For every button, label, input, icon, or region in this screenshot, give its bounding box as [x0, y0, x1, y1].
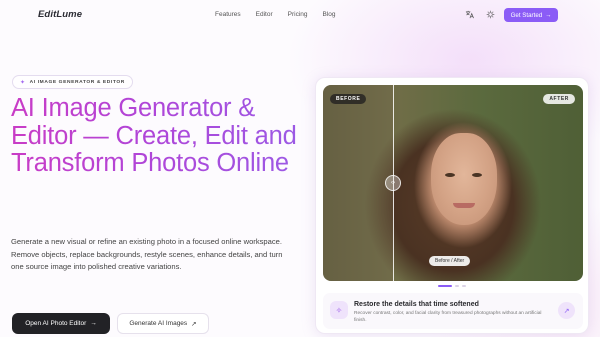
hero-badge: ✦ AI IMAGE GENERATOR & EDITOR — [12, 75, 133, 89]
translate-icon[interactable] — [465, 10, 474, 19]
feature-text: Recover contrast, color, and facial clar… — [354, 311, 542, 323]
after-label: AFTER — [543, 94, 575, 104]
get-started-label: Get Started — [510, 11, 543, 19]
generate-images-button[interactable]: Generate AI Images ↗ — [117, 313, 209, 334]
open-photo-editor-button[interactable]: Open AI Photo Editor → — [12, 313, 110, 334]
right-eye — [472, 173, 482, 177]
open-photo-editor-label: Open AI Photo Editor — [25, 320, 87, 327]
sparkle-icon: ✦ — [20, 79, 26, 86]
showcase-card: ‹› BEFORE AFTER Before / After ✧ Restore… — [315, 77, 589, 334]
sun-icon[interactable] — [486, 10, 495, 19]
before-overlay — [323, 85, 393, 281]
portrait-face — [431, 133, 497, 225]
magic-wand-icon: ✧ — [330, 301, 348, 319]
arrow-up-right-icon[interactable]: ↗ — [558, 302, 575, 319]
feature-info: ✧ Restore the details that time softened… — [323, 293, 583, 329]
brand-logo[interactable]: EditLume — [38, 9, 82, 20]
carousel-dot-1[interactable] — [438, 285, 452, 287]
before-label: BEFORE — [330, 94, 367, 104]
generate-images-label: Generate AI Images — [129, 320, 188, 327]
hero-badge-label: AI IMAGE GENERATOR & EDITOR — [29, 79, 125, 85]
carousel-dots — [438, 285, 466, 287]
left-eye — [445, 173, 455, 177]
carousel-dot-3[interactable] — [462, 285, 466, 287]
carousel-dot-2[interactable] — [455, 285, 459, 287]
nav-link-blog[interactable]: Blog — [323, 11, 336, 18]
arrow-up-right-icon: ↗ — [191, 320, 197, 328]
top-navigation: EditLume Features Editor Pricing Blog Ge… — [0, 0, 600, 30]
mouth — [453, 203, 475, 208]
nav-links: Features Editor Pricing Blog — [215, 11, 351, 18]
before-after-label: Before / After — [429, 256, 471, 266]
before-after-photo[interactable]: ‹› BEFORE AFTER Before / After — [323, 85, 583, 281]
get-started-button[interactable]: Get Started → — [504, 8, 558, 22]
hero-title: AI Image Generator & Editor — Create, Ed… — [11, 94, 311, 178]
nav-link-editor[interactable]: Editor — [256, 11, 273, 18]
hero-description: Generate a new visual or refine an exist… — [11, 237, 283, 272]
drag-handle-icon[interactable]: ‹› — [385, 175, 401, 191]
feature-title: Restore the details that time softened — [354, 301, 479, 308]
nav-link-features[interactable]: Features — [215, 11, 241, 18]
nav-link-pricing[interactable]: Pricing — [288, 11, 308, 18]
arrow-right-icon: → — [545, 11, 552, 19]
arrow-right-icon: → — [90, 320, 97, 327]
